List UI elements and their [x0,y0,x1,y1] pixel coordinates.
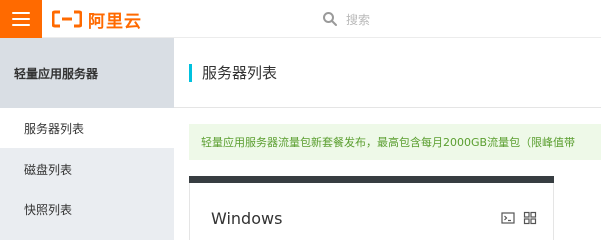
sidebar: 轻量应用服务器 服务器列表 磁盘列表 快照列表 [0,38,174,240]
sidebar-item-label: 磁盘列表 [24,162,73,177]
menu-icon-line [12,12,30,14]
sidebar-item-disk-list[interactable]: 磁盘列表 [0,149,174,189]
sidebar-title: 轻量应用服务器 [14,66,99,81]
notice-banner[interactable]: 轻量应用服务器流量包新套餐发布，最高包含每月2000GB流量包（限峰值带 [189,124,601,160]
server-os-title: Windows [211,209,283,228]
card-actions [501,210,537,225]
page-title: 服务器列表 [202,64,278,82]
title-accent-bar [189,63,192,82]
sidebar-item-snapshot-list[interactable]: 快照列表 [0,189,174,229]
search-box[interactable]: 搜索 [322,6,370,32]
grid-icon[interactable] [523,210,537,225]
sidebar-item-server-list[interactable]: 服务器列表 [0,108,174,148]
menu-icon-line [12,18,30,20]
page-header: 服务器列表 [174,38,601,108]
top-navbar: 阿里云 搜索 [0,0,601,38]
aliyun-logo[interactable]: 阿里云 [52,4,142,34]
sidebar-header: 轻量应用服务器 [0,38,174,108]
card-top-bar [189,176,554,183]
notice-text: 轻量应用服务器流量包新套餐发布，最高包含每月2000GB流量包（限峰值带 [201,136,576,149]
menu-icon-line [12,24,30,26]
terminal-icon[interactable] [501,210,515,224]
server-card[interactable]: Windows [189,176,554,240]
search-icon [323,12,337,26]
menu-button[interactable] [0,0,42,38]
sidebar-item-label: 快照列表 [24,202,73,217]
main-content: 服务器列表 轻量应用服务器流量包新套餐发布，最高包含每月2000GB流量包（限峰… [174,38,601,240]
search-placeholder: 搜索 [346,12,371,27]
aliyun-logo-icon [52,10,82,28]
logo-text: 阿里云 [88,11,142,32]
sidebar-item-label: 服务器列表 [24,121,85,136]
